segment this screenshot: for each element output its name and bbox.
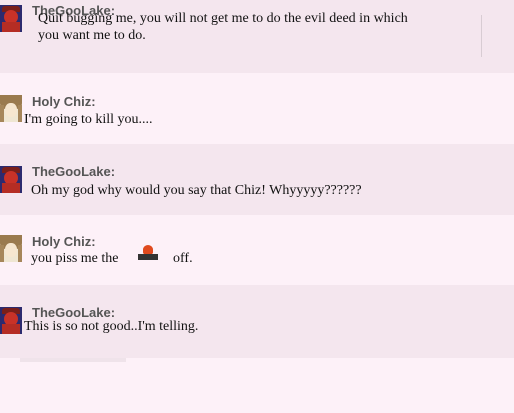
bomb-emoticon-icon	[137, 245, 159, 261]
avatar	[0, 166, 22, 193]
message-username: TheGooLake:	[32, 164, 116, 179]
chat-message: TheGooLake: Quit bugging me, you will no…	[0, 0, 514, 73]
chat-message: TheGooLake: Oh my god why would you say …	[0, 144, 514, 215]
avatar	[0, 235, 22, 262]
divider	[481, 15, 482, 57]
chat-message: Holy Chiz: I'm going to kill you....	[0, 73, 514, 144]
message-text: you piss me the	[31, 251, 119, 266]
divider	[20, 358, 126, 362]
avatar	[0, 95, 22, 122]
message-text: Oh my god why would you say that Chiz! W…	[31, 183, 362, 198]
message-text: Quit bugging me, you will not get me to …	[38, 11, 408, 26]
message-username: Holy Chiz:	[32, 94, 96, 109]
message-username: TheGooLake:	[32, 305, 116, 320]
message-text: I'm going to kill you....	[24, 112, 153, 127]
message-text: off.	[173, 251, 193, 266]
avatar	[0, 5, 22, 32]
chat-message: TheGooLake: This is so not good..I'm tel…	[0, 285, 514, 358]
message-username: Holy Chiz:	[32, 234, 96, 249]
message-text: This is so not good..I'm telling.	[24, 319, 199, 334]
avatar	[0, 307, 22, 334]
chat-message: Holy Chiz: you piss me the off.	[0, 215, 514, 285]
message-text: you want me to do.	[38, 28, 146, 43]
